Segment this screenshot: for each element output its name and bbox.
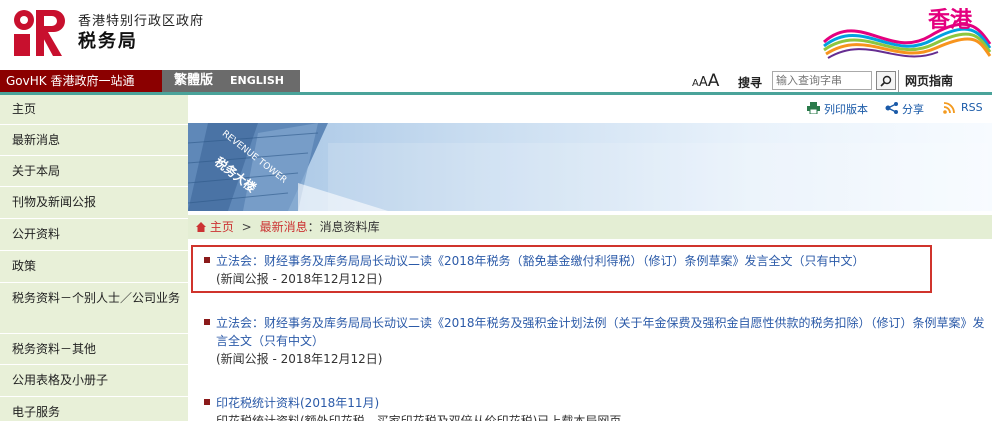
print-version-link[interactable]: 列印版本 (824, 101, 868, 117)
sidebar-item-e-services[interactable]: 电子服务 (0, 398, 188, 421)
sidebar-item-publications[interactable]: 刊物及新闻公报 (0, 188, 188, 219)
sidebar-item-about-us[interactable]: 关于本局 (0, 157, 188, 187)
site-header: 香港特别行政区政府 税务局 香港 (0, 0, 992, 70)
highlight-box (191, 245, 932, 293)
font-size-medium-button[interactable]: A (699, 75, 708, 90)
rss-link[interactable]: RSS (961, 101, 983, 114)
font-size-controls: AAA (692, 70, 719, 92)
breadcrumb: 主页 > 最新消息：消息资料库 (188, 215, 992, 239)
news-item-title-link[interactable]: 立法会：财经事务及库务局局长动议二读《2018年税务及强积金计划法例（关于年金保… (216, 314, 988, 350)
share-icon (885, 102, 898, 114)
news-item-meta: (新闻公报 - 2018年12月12日) (216, 352, 383, 366)
breadcrumb-news-link[interactable]: 最新消息 (260, 220, 308, 234)
top-navigation-bar: GovHK 香港政府一站通 繁體版 ENGLISH AAA 搜寻 网页指南 (0, 70, 992, 92)
sidebar-item-forms[interactable]: 公用表格及小册子 (0, 366, 188, 397)
sitemap-link[interactable]: 网页指南 (898, 70, 992, 92)
page-tools: 列印版本 分享 RSS (188, 95, 992, 123)
search-label: 搜寻 (738, 76, 763, 90)
language-switcher: 繁體版 ENGLISH (162, 70, 300, 92)
department-name: 税务局 (78, 31, 138, 52)
traditional-chinese-link[interactable]: 繁體版 (174, 70, 213, 92)
sidebar-item-tax-info-individuals[interactable]: 税务资料－个别人士／公司业务 (0, 284, 188, 334)
sidebar-item-public-info[interactable]: 公开资料 (0, 220, 188, 251)
search-button[interactable] (876, 71, 896, 90)
share-link[interactable]: 分享 (902, 101, 924, 117)
search-icon (880, 75, 892, 87)
breadcrumb-current: 消息资料库 (319, 220, 380, 234)
bullet-icon (204, 399, 210, 405)
news-item-meta: 印花税统计资料(额外印花税，买家印花税及双倍从价印花税)已上载本局网页。 (216, 414, 634, 421)
rss-icon (943, 102, 955, 114)
sidebar-item-home[interactable]: 主页 (0, 95, 188, 125)
ird-logo[interactable] (12, 8, 68, 58)
english-link[interactable]: ENGLISH (230, 70, 284, 92)
news-item: 立法会：财经事务及库务局局长动议二读《2018年税务及强积金计划法例（关于年金保… (204, 314, 988, 368)
breadcrumb-home-link[interactable]: 主页 (210, 220, 234, 234)
home-icon (196, 222, 206, 232)
search-input[interactable] (772, 71, 872, 90)
sidebar-item-tax-info-other[interactable]: 税务资料－其他 (0, 335, 188, 365)
bullet-icon (204, 319, 210, 325)
revenue-tower-image (188, 123, 988, 211)
print-icon (807, 102, 820, 114)
font-size-small-button[interactable]: A (692, 78, 699, 89)
news-item-title-link[interactable]: 印花税统计资料(2018年11月) (216, 394, 988, 412)
sidebar-item-policy[interactable]: 政策 (0, 252, 188, 283)
font-size-large-button[interactable]: A (708, 71, 720, 91)
sidebar-nav: 主页 最新消息 关于本局 刊物及新闻公报 公开资料 政策 税务资料－个别人士／公… (0, 95, 188, 421)
breadcrumb-separator: > (241, 220, 252, 234)
page-banner-building-photo: REVENUE TOWER 税务大楼 (188, 123, 992, 211)
brand-text: 香港 (928, 8, 973, 33)
news-item: 印花税统计资料(2018年11月) 印花税统计资料(额外印花税，买家印花税及双倍… (204, 394, 988, 421)
govhk-link[interactable]: GovHK 香港政府一站通 (0, 70, 162, 92)
sidebar-item-latest-news[interactable]: 最新消息 (0, 126, 188, 156)
